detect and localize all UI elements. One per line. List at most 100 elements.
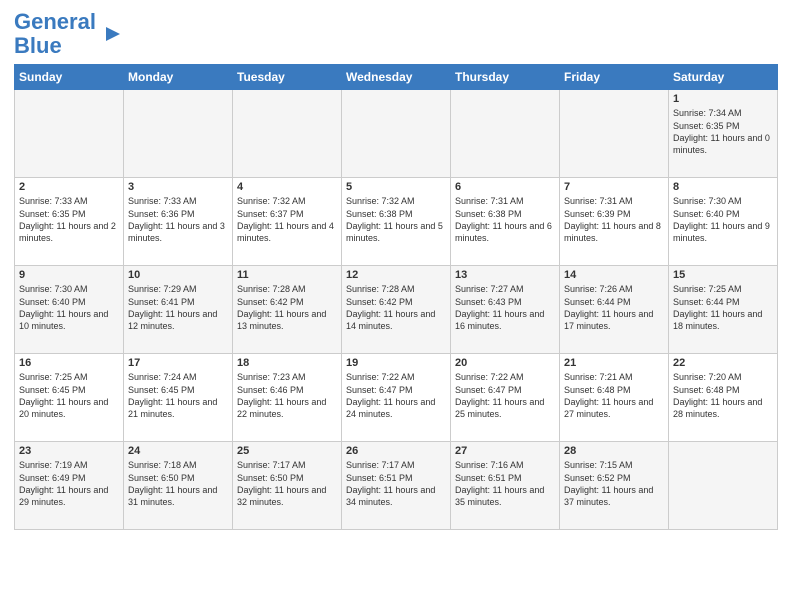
day-info: Sunrise: 7:21 AM Sunset: 6:48 PM Dayligh… xyxy=(564,371,664,420)
calendar-header-row: SundayMondayTuesdayWednesdayThursdayFrid… xyxy=(15,65,778,90)
calendar-day-cell: 8Sunrise: 7:30 AM Sunset: 6:40 PM Daylig… xyxy=(669,178,778,266)
day-number: 9 xyxy=(19,269,119,281)
calendar-day-cell: 9 Sunrise: 7:30 AM Sunset: 6:40 PM Daylig… xyxy=(15,266,124,354)
day-info: Sunrise: 7:16 AM Sunset: 6:51 PM Dayligh… xyxy=(455,459,555,508)
logo: General Blue xyxy=(14,10,124,58)
day-info: Sunrise: 7:26 AM Sunset: 6:44 PM Dayligh… xyxy=(564,283,664,332)
day-number: 2 xyxy=(19,181,119,193)
day-info: Sunrise: 7:31 AM Sunset: 6:38 PM Dayligh… xyxy=(455,195,555,244)
day-number: 23 xyxy=(19,445,119,457)
calendar-day-header: Saturday xyxy=(669,65,778,90)
day-number: 18 xyxy=(237,357,337,369)
day-info: Sunrise: 7:17 AM Sunset: 6:51 PM Dayligh… xyxy=(346,459,446,508)
calendar-day-cell: 27 Sunrise: 7:16 AM Sunset: 6:51 PM Dayli… xyxy=(451,442,560,530)
logo-blue: Blue xyxy=(14,34,96,58)
calendar-day-cell: 24 Sunrise: 7:18 AM Sunset: 6:50 PM Dayli… xyxy=(124,442,233,530)
calendar-day-cell: 12 Sunrise: 7:28 AM Sunset: 6:42 PM Dayli… xyxy=(342,266,451,354)
day-info: Sunrise: 7:28 AM Sunset: 6:42 PM Dayligh… xyxy=(346,283,446,332)
calendar-day-cell: 28 Sunrise: 7:15 AM Sunset: 6:52 PM Dayli… xyxy=(560,442,669,530)
day-number: 16 xyxy=(19,357,119,369)
calendar-empty-cell xyxy=(342,90,451,178)
calendar-day-header: Friday xyxy=(560,65,669,90)
day-number: 6 xyxy=(455,181,555,193)
page-container: General Blue SundayMondayTuesdayWednesda… xyxy=(0,0,792,612)
calendar-week-row: 16 Sunrise: 7:25 AM Sunset: 6:45 PM Dayli… xyxy=(15,354,778,442)
day-number: 10 xyxy=(128,269,228,281)
day-info: Sunrise: 7:31 AM Sunset: 6:39 PM Dayligh… xyxy=(564,195,664,244)
calendar-day-header: Monday xyxy=(124,65,233,90)
calendar-day-header: Tuesday xyxy=(233,65,342,90)
calendar-empty-cell xyxy=(560,90,669,178)
day-number: 11 xyxy=(237,269,337,281)
day-info: Sunrise: 7:34 AM Sunset: 6:35 PM Dayligh… xyxy=(673,107,773,156)
day-number: 26 xyxy=(346,445,446,457)
day-info: Sunrise: 7:15 AM Sunset: 6:52 PM Dayligh… xyxy=(564,459,664,508)
calendar-day-cell: 19Sunrise: 7:22 AM Sunset: 6:47 PM Dayli… xyxy=(342,354,451,442)
calendar-day-header: Wednesday xyxy=(342,65,451,90)
day-number: 12 xyxy=(346,269,446,281)
calendar-day-cell: 22Sunrise: 7:20 AM Sunset: 6:48 PM Dayli… xyxy=(669,354,778,442)
calendar-day-cell: 2Sunrise: 7:33 AM Sunset: 6:35 PM Daylig… xyxy=(15,178,124,266)
calendar-day-cell: 11 Sunrise: 7:28 AM Sunset: 6:42 PM Dayli… xyxy=(233,266,342,354)
calendar-day-cell: 6 Sunrise: 7:31 AM Sunset: 6:38 PM Daylig… xyxy=(451,178,560,266)
calendar-day-cell: 20 Sunrise: 7:22 AM Sunset: 6:47 PM Dayli… xyxy=(451,354,560,442)
day-info: Sunrise: 7:28 AM Sunset: 6:42 PM Dayligh… xyxy=(237,283,337,332)
calendar-week-row: 23Sunrise: 7:19 AM Sunset: 6:49 PM Dayli… xyxy=(15,442,778,530)
calendar-day-cell: 26 Sunrise: 7:17 AM Sunset: 6:51 PM Dayli… xyxy=(342,442,451,530)
day-number: 5 xyxy=(346,181,446,193)
header: General Blue xyxy=(14,10,778,58)
calendar-day-cell: 23Sunrise: 7:19 AM Sunset: 6:49 PM Dayli… xyxy=(15,442,124,530)
logo-general: General xyxy=(14,9,96,34)
calendar-day-cell: 15 Sunrise: 7:25 AM Sunset: 6:44 PM Dayli… xyxy=(669,266,778,354)
calendar-table: SundayMondayTuesdayWednesdayThursdayFrid… xyxy=(14,64,778,530)
day-info: Sunrise: 7:30 AM Sunset: 6:40 PM Dayligh… xyxy=(19,283,119,332)
calendar-week-row: 2Sunrise: 7:33 AM Sunset: 6:35 PM Daylig… xyxy=(15,178,778,266)
calendar-day-cell: 14 Sunrise: 7:26 AM Sunset: 6:44 PM Dayli… xyxy=(560,266,669,354)
calendar-day-header: Sunday xyxy=(15,65,124,90)
logo-text: General xyxy=(14,10,96,34)
day-number: 3 xyxy=(128,181,228,193)
day-info: Sunrise: 7:18 AM Sunset: 6:50 PM Dayligh… xyxy=(128,459,228,508)
day-info: Sunrise: 7:32 AM Sunset: 6:38 PM Dayligh… xyxy=(346,195,446,244)
day-number: 15 xyxy=(673,269,773,281)
day-info: Sunrise: 7:24 AM Sunset: 6:45 PM Dayligh… xyxy=(128,371,228,420)
calendar-day-cell: 16 Sunrise: 7:25 AM Sunset: 6:45 PM Dayli… xyxy=(15,354,124,442)
day-info: Sunrise: 7:29 AM Sunset: 6:41 PM Dayligh… xyxy=(128,283,228,332)
day-number: 21 xyxy=(564,357,664,369)
day-info: Sunrise: 7:25 AM Sunset: 6:44 PM Dayligh… xyxy=(673,283,773,332)
day-number: 28 xyxy=(564,445,664,457)
day-number: 20 xyxy=(455,357,555,369)
calendar-day-cell: 10 Sunrise: 7:29 AM Sunset: 6:41 PM Dayli… xyxy=(124,266,233,354)
day-number: 7 xyxy=(564,181,664,193)
calendar-day-cell: 18 Sunrise: 7:23 AM Sunset: 6:46 PM Dayli… xyxy=(233,354,342,442)
calendar-day-cell: 7 Sunrise: 7:31 AM Sunset: 6:39 PM Daylig… xyxy=(560,178,669,266)
calendar-week-row: 1 Sunrise: 7:34 AM Sunset: 6:35 PM Daylig… xyxy=(15,90,778,178)
calendar-day-cell: 25 Sunrise: 7:17 AM Sunset: 6:50 PM Dayli… xyxy=(233,442,342,530)
calendar-day-cell: 17 Sunrise: 7:24 AM Sunset: 6:45 PM Dayli… xyxy=(124,354,233,442)
day-info: Sunrise: 7:23 AM Sunset: 6:46 PM Dayligh… xyxy=(237,371,337,420)
calendar-day-cell: 1 Sunrise: 7:34 AM Sunset: 6:35 PM Daylig… xyxy=(669,90,778,178)
day-info: Sunrise: 7:22 AM Sunset: 6:47 PM Dayligh… xyxy=(346,371,446,420)
calendar-empty-cell xyxy=(15,90,124,178)
day-number: 25 xyxy=(237,445,337,457)
day-info: Sunrise: 7:22 AM Sunset: 6:47 PM Dayligh… xyxy=(455,371,555,420)
calendar-day-cell: 3Sunrise: 7:33 AM Sunset: 6:36 PM Daylig… xyxy=(124,178,233,266)
day-info: Sunrise: 7:20 AM Sunset: 6:48 PM Dayligh… xyxy=(673,371,773,420)
calendar-day-header: Thursday xyxy=(451,65,560,90)
logo-arrow-icon xyxy=(102,23,124,45)
calendar-week-row: 9 Sunrise: 7:30 AM Sunset: 6:40 PM Daylig… xyxy=(15,266,778,354)
day-number: 13 xyxy=(455,269,555,281)
day-info: Sunrise: 7:25 AM Sunset: 6:45 PM Dayligh… xyxy=(19,371,119,420)
day-info: Sunrise: 7:27 AM Sunset: 6:43 PM Dayligh… xyxy=(455,283,555,332)
calendar-day-cell: 21 Sunrise: 7:21 AM Sunset: 6:48 PM Dayli… xyxy=(560,354,669,442)
calendar-empty-cell xyxy=(124,90,233,178)
calendar-day-cell: 5 Sunrise: 7:32 AM Sunset: 6:38 PM Daylig… xyxy=(342,178,451,266)
day-number: 17 xyxy=(128,357,228,369)
day-info: Sunrise: 7:30 AM Sunset: 6:40 PM Dayligh… xyxy=(673,195,773,244)
calendar-day-cell: 13 Sunrise: 7:27 AM Sunset: 6:43 PM Dayli… xyxy=(451,266,560,354)
day-number: 27 xyxy=(455,445,555,457)
day-info: Sunrise: 7:17 AM Sunset: 6:50 PM Dayligh… xyxy=(237,459,337,508)
day-number: 14 xyxy=(564,269,664,281)
day-number: 1 xyxy=(673,93,773,105)
day-number: 24 xyxy=(128,445,228,457)
